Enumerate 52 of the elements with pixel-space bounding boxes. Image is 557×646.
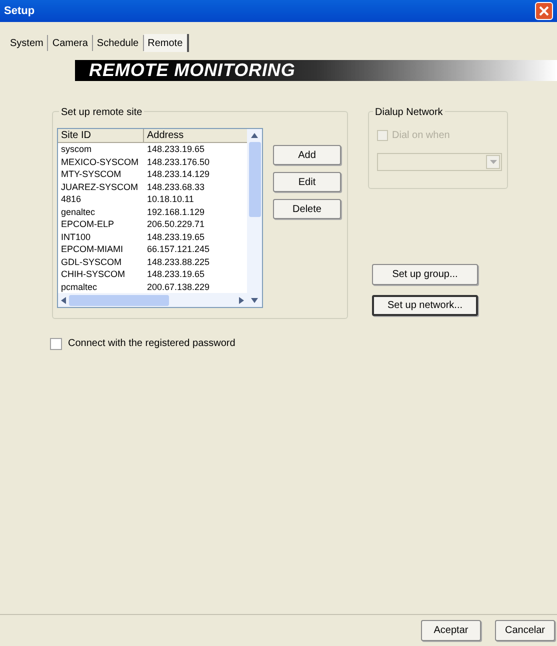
close-icon [539,6,549,16]
site-list[interactable] [57,128,263,308]
list-cell-text: 148.233.19.65 [146,268,206,280]
list-cell-text: 148.233.88.225 [146,256,211,268]
button[interactable]: Edit [273,172,341,192]
list-cell-text: 4816 [60,193,82,206]
tab[interactable]: Camera [48,35,93,51]
list-cell-text: MTY-SYSCOM [60,168,122,180]
list-cell-text: 148.233.14.129 [146,168,211,180]
scroll-right-icon[interactable] [239,296,244,304]
scroll-up-icon[interactable] [251,133,258,138]
list-cell-text: 148.233.19.65 [146,143,206,156]
button[interactable]: Set up network... [372,295,478,316]
banner-title: REMOTE MONITORING [89,59,296,82]
button[interactable]: Cancelar [495,620,555,641]
list-cell-text: JUAREZ-SYSCOM [60,180,140,193]
list-cell-text: MEXICO-SYSCOM [60,156,140,168]
checkbox[interactable] [50,338,62,350]
list-cell-text: 148.233.68.33 [146,180,206,193]
list-cell-text: EPCOM-MIAMI [60,243,124,256]
list-cell-text: EPCOM-ELP [60,218,116,230]
list-cell-text: 206.50.229.71 [146,218,206,230]
list-cell-text: genaltec [60,206,96,218]
scroll-left-icon[interactable] [61,296,66,304]
group-title: Set up remote site [59,105,144,120]
close-button[interactable] [535,2,553,20]
button[interactable]: Delete [273,199,341,219]
list-cell-text: CHIH-SYSCOM [60,268,126,280]
button[interactable]: Aceptar [421,620,481,641]
button[interactable]: Add [273,145,341,165]
group-title: Dialup Network [373,105,445,120]
list-cell-text: 200.67.138.229 [146,280,211,293]
list-cell-text: pcmaltec [60,280,98,293]
list-cell-text: GDL-SYSCOM [60,256,123,268]
column-header[interactable]: Address [144,129,247,142]
tab[interactable]: System [6,35,48,51]
list-cell-text: INT100 [60,230,92,243]
vertical-scrollbar[interactable] [247,129,262,307]
list-cell-text: 148.233.176.50 [146,156,211,168]
list-cell-text: 10.18.10.11 [146,193,195,206]
checkbox-label: Connect with the registered password [68,337,236,351]
list-cell-text: 192.168.1.129 [146,206,206,218]
list-cell-text: 66.157.121.245 [146,243,211,256]
horizontal-scrollbar[interactable] [58,293,247,307]
list-cell-text: syscom [60,143,93,156]
scroll-down-icon[interactable] [251,298,258,303]
window-title: Setup [4,4,35,19]
checkbox-label: Dial on when [392,129,450,143]
column-header[interactable]: Site ID [58,129,144,142]
button[interactable]: Set up group... [372,264,478,285]
tab[interactable]: Remote [144,34,189,52]
list-cell-text: 148.233.19.65 [146,230,206,243]
